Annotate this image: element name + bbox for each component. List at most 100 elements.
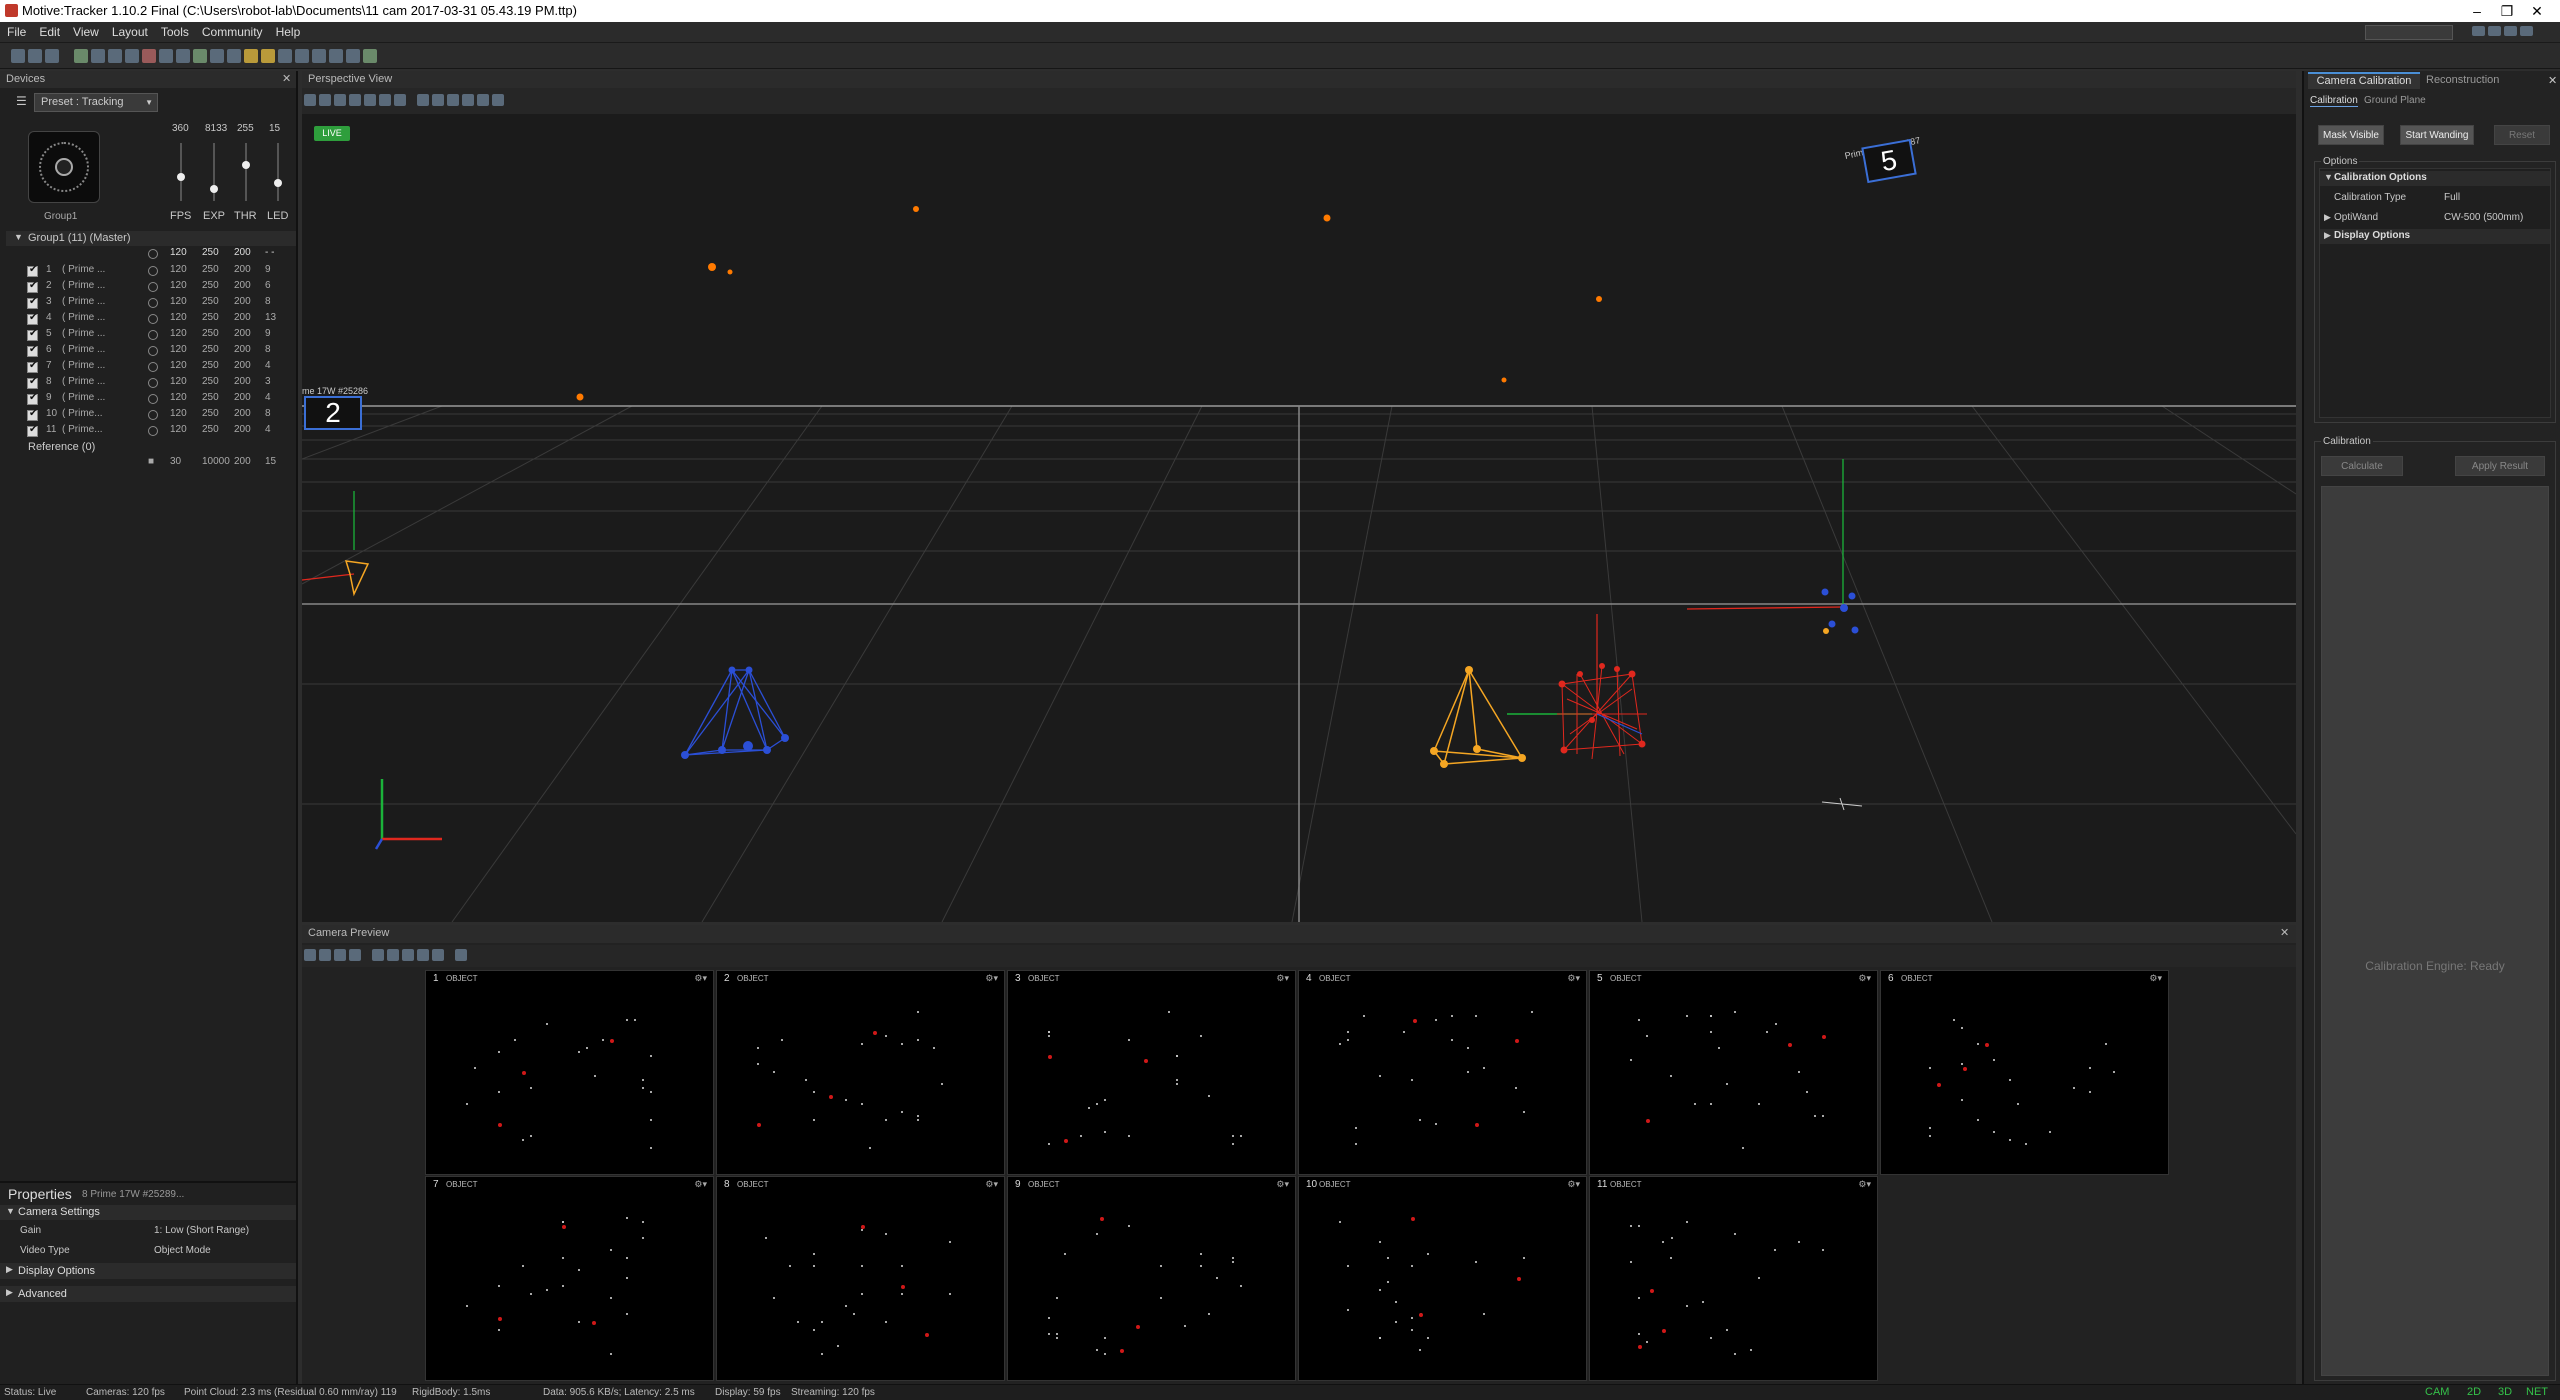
optiwand-label[interactable]: OptiWand bbox=[2334, 212, 2378, 223]
camera-enabled-checkbox[interactable] bbox=[27, 392, 38, 405]
panel-icon[interactable] bbox=[295, 49, 310, 63]
zoom-out-icon[interactable] bbox=[364, 94, 376, 106]
menu-layout[interactable]: Layout bbox=[105, 22, 154, 39]
zoom-out-icon[interactable] bbox=[334, 949, 346, 961]
camera-radio[interactable] bbox=[148, 394, 158, 404]
camera-2-marker[interactable]: 2 bbox=[304, 396, 362, 430]
grid-menu-icon[interactable] bbox=[304, 94, 316, 106]
camera-enabled-checkbox[interactable] bbox=[27, 424, 38, 437]
layout-dropdown[interactable] bbox=[2365, 25, 2453, 40]
camera-radio[interactable] bbox=[148, 378, 158, 388]
flag-icon[interactable] bbox=[227, 49, 242, 63]
camera-row[interactable]: 6 ( Prime ... 120 250 200 8 bbox=[22, 344, 292, 360]
apply-result-button[interactable]: Apply Result bbox=[2455, 456, 2545, 476]
mask-icon[interactable] bbox=[372, 949, 384, 961]
close-icon[interactable]: ✕ bbox=[2280, 925, 2289, 942]
screenshot-icon[interactable] bbox=[379, 94, 391, 106]
camera-preview-cell[interactable]: 9 OBJECT ⚙▾ bbox=[1007, 1176, 1296, 1381]
camera-enabled-checkbox[interactable] bbox=[27, 312, 38, 325]
pen-icon[interactable] bbox=[432, 949, 444, 961]
restore-button[interactable]: ❐ bbox=[2492, 2, 2522, 20]
menu-edit[interactable]: Edit bbox=[32, 22, 66, 39]
calibration-options-header[interactable]: ▼ Calibration Options bbox=[2320, 171, 2550, 186]
camera-row[interactable]: 2 ( Prime ... 120 250 200 6 bbox=[22, 280, 292, 296]
group-radio[interactable] bbox=[148, 249, 158, 259]
group-camera-thumbnail[interactable] bbox=[28, 131, 100, 203]
edit-icon[interactable] bbox=[159, 49, 174, 63]
camera-icon[interactable] bbox=[125, 49, 140, 63]
calibration-type-value[interactable]: Full bbox=[2444, 192, 2460, 203]
camera-radio[interactable] bbox=[148, 314, 158, 324]
camera-radio[interactable] bbox=[148, 282, 158, 292]
subtab-calibration[interactable]: Calibration bbox=[2310, 95, 2358, 107]
video-type-value[interactable]: Object Mode bbox=[154, 1245, 211, 1256]
camera-radio[interactable] bbox=[148, 426, 158, 436]
camera-preview-cell[interactable]: 8 OBJECT ⚙▾ bbox=[716, 1176, 1005, 1381]
bones-icon[interactable] bbox=[261, 49, 276, 63]
gear-icon[interactable]: ⚙▾ bbox=[1858, 973, 1871, 984]
camera-radio[interactable] bbox=[148, 330, 158, 340]
gear-icon[interactable]: ⚙▾ bbox=[985, 1179, 998, 1190]
panel2-icon[interactable] bbox=[312, 49, 327, 63]
bodies-icon[interactable] bbox=[432, 94, 444, 106]
camera-radio[interactable] bbox=[148, 346, 158, 356]
camera-radio[interactable] bbox=[148, 266, 158, 276]
camera-enabled-checkbox[interactable] bbox=[27, 408, 38, 421]
record-icon[interactable] bbox=[142, 49, 157, 63]
menu-view[interactable]: View bbox=[66, 22, 105, 39]
list-icon[interactable] bbox=[210, 49, 225, 63]
menu-tools[interactable]: Tools bbox=[154, 22, 195, 39]
gear-icon[interactable]: ⚙▾ bbox=[694, 973, 707, 984]
pen-icon[interactable] bbox=[278, 49, 293, 63]
thr-slider[interactable] bbox=[242, 143, 250, 201]
camera-enabled-checkbox[interactable] bbox=[27, 296, 38, 309]
visibility-icon[interactable] bbox=[462, 94, 474, 106]
markers-icon[interactable] bbox=[417, 94, 429, 106]
camera-radio[interactable] bbox=[148, 298, 158, 308]
camera-preview-cell[interactable]: 7 OBJECT ⚙▾ bbox=[425, 1176, 714, 1381]
grid-icon[interactable] bbox=[176, 49, 191, 63]
calib-display-options-header[interactable]: ▶ Display Options bbox=[2320, 229, 2550, 244]
start-wanding-button[interactable]: Start Wanding bbox=[2400, 125, 2474, 145]
gear-icon[interactable]: ⚙▾ bbox=[1276, 1179, 1289, 1190]
camera-enabled-checkbox[interactable] bbox=[27, 360, 38, 373]
layout-icon[interactable] bbox=[91, 49, 106, 63]
gear-icon[interactable]: ⚙▾ bbox=[694, 1179, 707, 1190]
camera-enabled-checkbox[interactable] bbox=[27, 344, 38, 357]
camera-view-icon[interactable] bbox=[319, 94, 331, 106]
gear-icon[interactable]: ⚙▾ bbox=[1567, 973, 1580, 984]
close-icon[interactable]: ✕ bbox=[2548, 74, 2557, 87]
panel3-icon[interactable] bbox=[329, 49, 344, 63]
camera-enabled-checkbox[interactable] bbox=[27, 376, 38, 389]
gain-value[interactable]: 1: Low (Short Range) bbox=[154, 1225, 249, 1236]
panel5-icon[interactable] bbox=[363, 49, 378, 63]
camera-row[interactable]: 7 ( Prime ... 120 250 200 4 bbox=[22, 360, 292, 376]
camera-row[interactable]: 10 ( Prime... 120 250 200 8 bbox=[22, 408, 292, 424]
zoom-in-icon[interactable] bbox=[319, 949, 331, 961]
wand-icon[interactable] bbox=[193, 49, 208, 63]
close-icon[interactable]: ✕ bbox=[282, 71, 291, 88]
camera-row[interactable]: 5 ( Prime ... 120 250 200 9 bbox=[22, 328, 292, 344]
camera-enabled-checkbox[interactable] bbox=[27, 280, 38, 293]
display-options-section[interactable]: ▶ Display Options bbox=[0, 1263, 296, 1279]
subtab-ground-plane[interactable]: Ground Plane bbox=[2364, 95, 2426, 106]
gear-icon[interactable]: ⚙▾ bbox=[1858, 1179, 1871, 1190]
warning-icon[interactable] bbox=[244, 49, 259, 63]
minimize-button[interactable]: – bbox=[2462, 2, 2492, 20]
close-window-button[interactable]: ✕ bbox=[2522, 2, 2552, 20]
preset-dropdown[interactable]: Preset : Tracking ▼ bbox=[34, 93, 158, 112]
camera-row[interactable]: 8 ( Prime ... 120 250 200 3 bbox=[22, 376, 292, 392]
menu-community[interactable]: Community bbox=[195, 22, 269, 39]
advanced-section[interactable]: ▶ Advanced bbox=[0, 1286, 296, 1302]
list-icon[interactable]: ☰ bbox=[16, 94, 27, 108]
camera-radio[interactable] bbox=[148, 410, 158, 420]
exp-slider[interactable] bbox=[210, 143, 218, 201]
move-icon[interactable] bbox=[394, 94, 406, 106]
video-icon[interactable] bbox=[402, 949, 414, 961]
open-icon[interactable] bbox=[28, 49, 43, 63]
new-icon[interactable] bbox=[11, 49, 26, 63]
tracking-icon[interactable] bbox=[492, 94, 504, 106]
menu-help[interactable]: Help bbox=[269, 22, 307, 39]
tab-camera-calibration[interactable]: Camera Calibration bbox=[2308, 72, 2420, 89]
camera-preview-cell[interactable]: 1 OBJECT ⚙▾ bbox=[425, 970, 714, 1175]
